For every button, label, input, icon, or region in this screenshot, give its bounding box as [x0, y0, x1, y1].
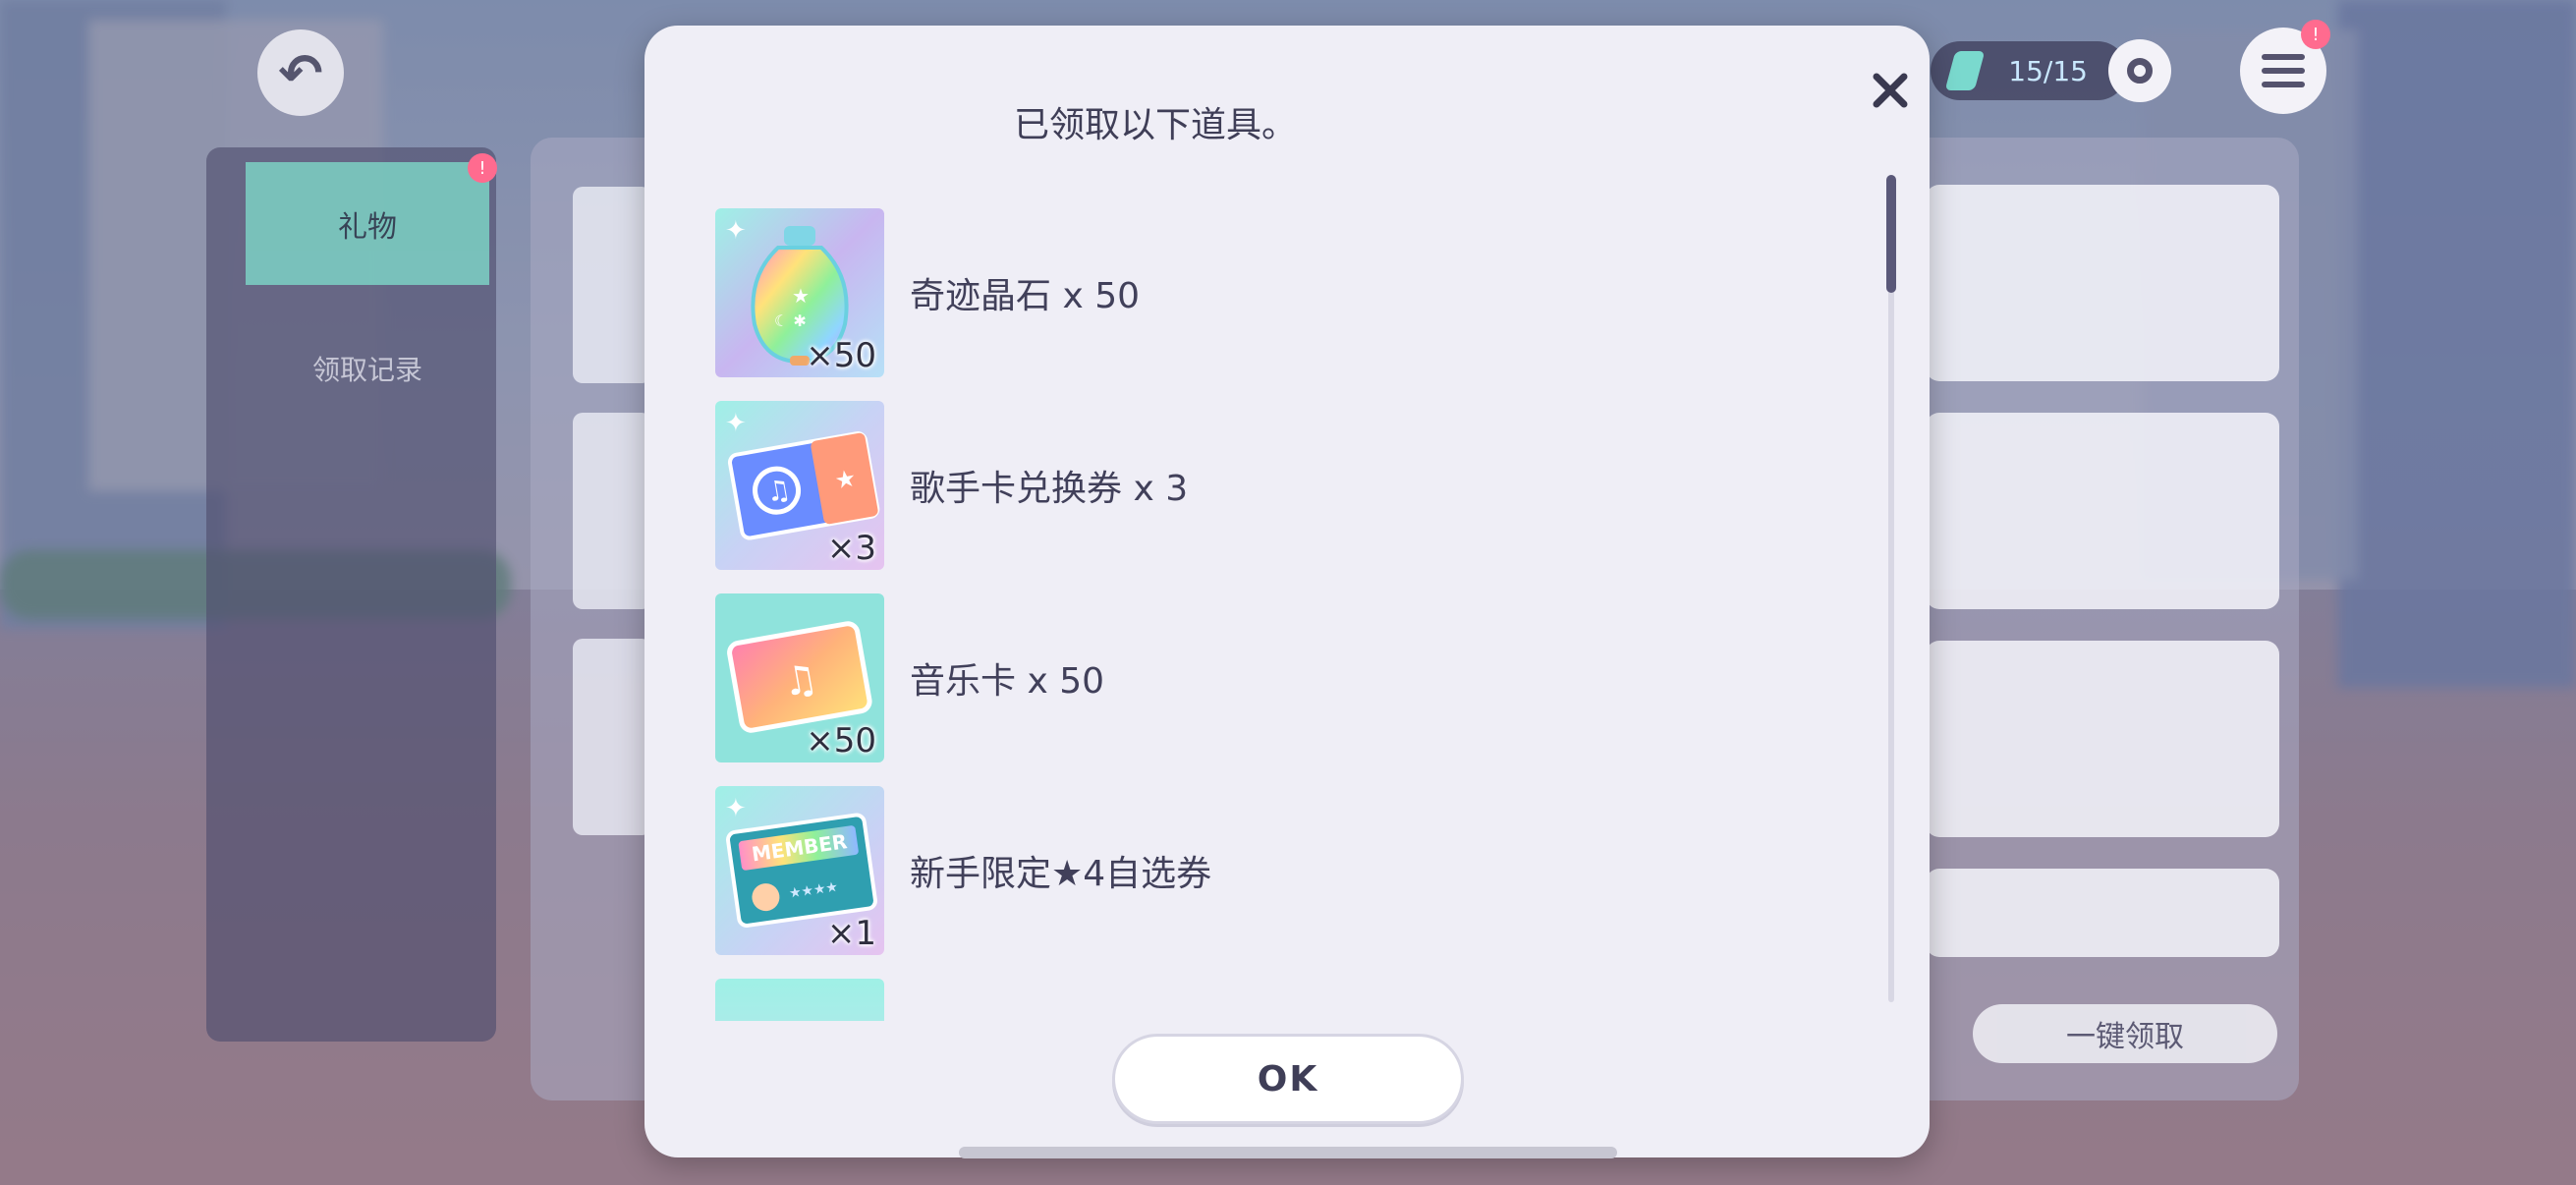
member-ticket-icon: ✦ MEMBER ★★★★ ×1: [715, 786, 884, 955]
gift-card-right-2: [1926, 413, 2279, 609]
list-item: ✦ MEMBER ★★★★ ×1 新手限定★4自选券: [715, 786, 1796, 955]
scrollbar-thumb[interactable]: [1886, 175, 1896, 293]
claim-all-button[interactable]: 一键领取: [1973, 1004, 2277, 1063]
svg-text:★: ★: [792, 284, 810, 308]
item-name: 新手限定★4自选券: [910, 854, 1212, 894]
gift-card-right-4: [1926, 869, 2279, 957]
menu-line-icon: [2262, 82, 2305, 87]
list-item: ✦ ★ ☾ ✱ ×50 奇迹晶石 x 50: [715, 208, 1796, 377]
menu-line-icon: [2262, 54, 2305, 60]
item-quantity: ×1: [826, 914, 876, 953]
miracle-crystal-icon: ✦ ★ ☾ ✱ ×50: [715, 208, 884, 377]
scrollbar-track[interactable]: [1888, 175, 1894, 1002]
ok-button[interactable]: OK: [1112, 1034, 1464, 1124]
dialog-title: 已领取以下道具。: [1013, 105, 1297, 145]
item-name: 奇迹晶石 x 50: [910, 276, 1141, 316]
item-icon-partial: [715, 979, 884, 1021]
menu-line-icon: [2262, 68, 2305, 74]
item-quantity: ×50: [806, 721, 876, 761]
gift-card-right-1: [1926, 185, 2279, 381]
gear-icon: [2127, 58, 2153, 84]
item-name: 歌手卡兑换券 x 3: [910, 469, 1189, 509]
back-arrow-icon: ↶: [278, 41, 323, 104]
close-button[interactable]: [1863, 63, 1918, 118]
list-item: [715, 979, 1796, 1021]
gift-card-right-3: [1926, 641, 2279, 837]
home-indicator[interactable]: [959, 1147, 1617, 1158]
gift-badge: !: [468, 153, 497, 183]
item-name: 音乐卡 x 50: [910, 661, 1105, 702]
item-quantity: ×50: [806, 336, 876, 375]
singer-card-ticket-icon: ✦ ♫ ★ ×3: [715, 401, 884, 570]
gift-card-1: [573, 187, 651, 383]
gift-card-2: [573, 413, 651, 609]
tab-claim-record[interactable]: 领取记录: [246, 334, 489, 403]
menu-badge: !: [2301, 20, 2330, 49]
svg-text:☾ ✱: ☾ ✱: [774, 311, 807, 330]
rewards-received-dialog: 已领取以下道具。 ✦ ★ ☾ ✱ ×50 奇迹晶石 x 50 ✦ ♫ ★ ×3 …: [644, 26, 1930, 1157]
list-item: ♫ ×50 音乐卡 x 50: [715, 593, 1796, 762]
list-item: ✦ ♫ ★ ×3 歌手卡兑换券 x 3: [715, 401, 1796, 570]
music-card-icon: ♫ ×50: [715, 593, 884, 762]
reward-list[interactable]: ✦ ★ ☾ ✱ ×50 奇迹晶石 x 50 ✦ ♫ ★ ×3 歌手卡兑换券 x …: [715, 181, 1875, 1021]
gift-card-3: [573, 639, 651, 835]
item-quantity: ×3: [826, 529, 876, 568]
settings-button[interactable]: [2108, 39, 2171, 102]
tab-gift[interactable]: 礼物: [246, 162, 489, 285]
close-icon: [1873, 73, 1908, 108]
back-button[interactable]: ↶: [257, 29, 344, 116]
